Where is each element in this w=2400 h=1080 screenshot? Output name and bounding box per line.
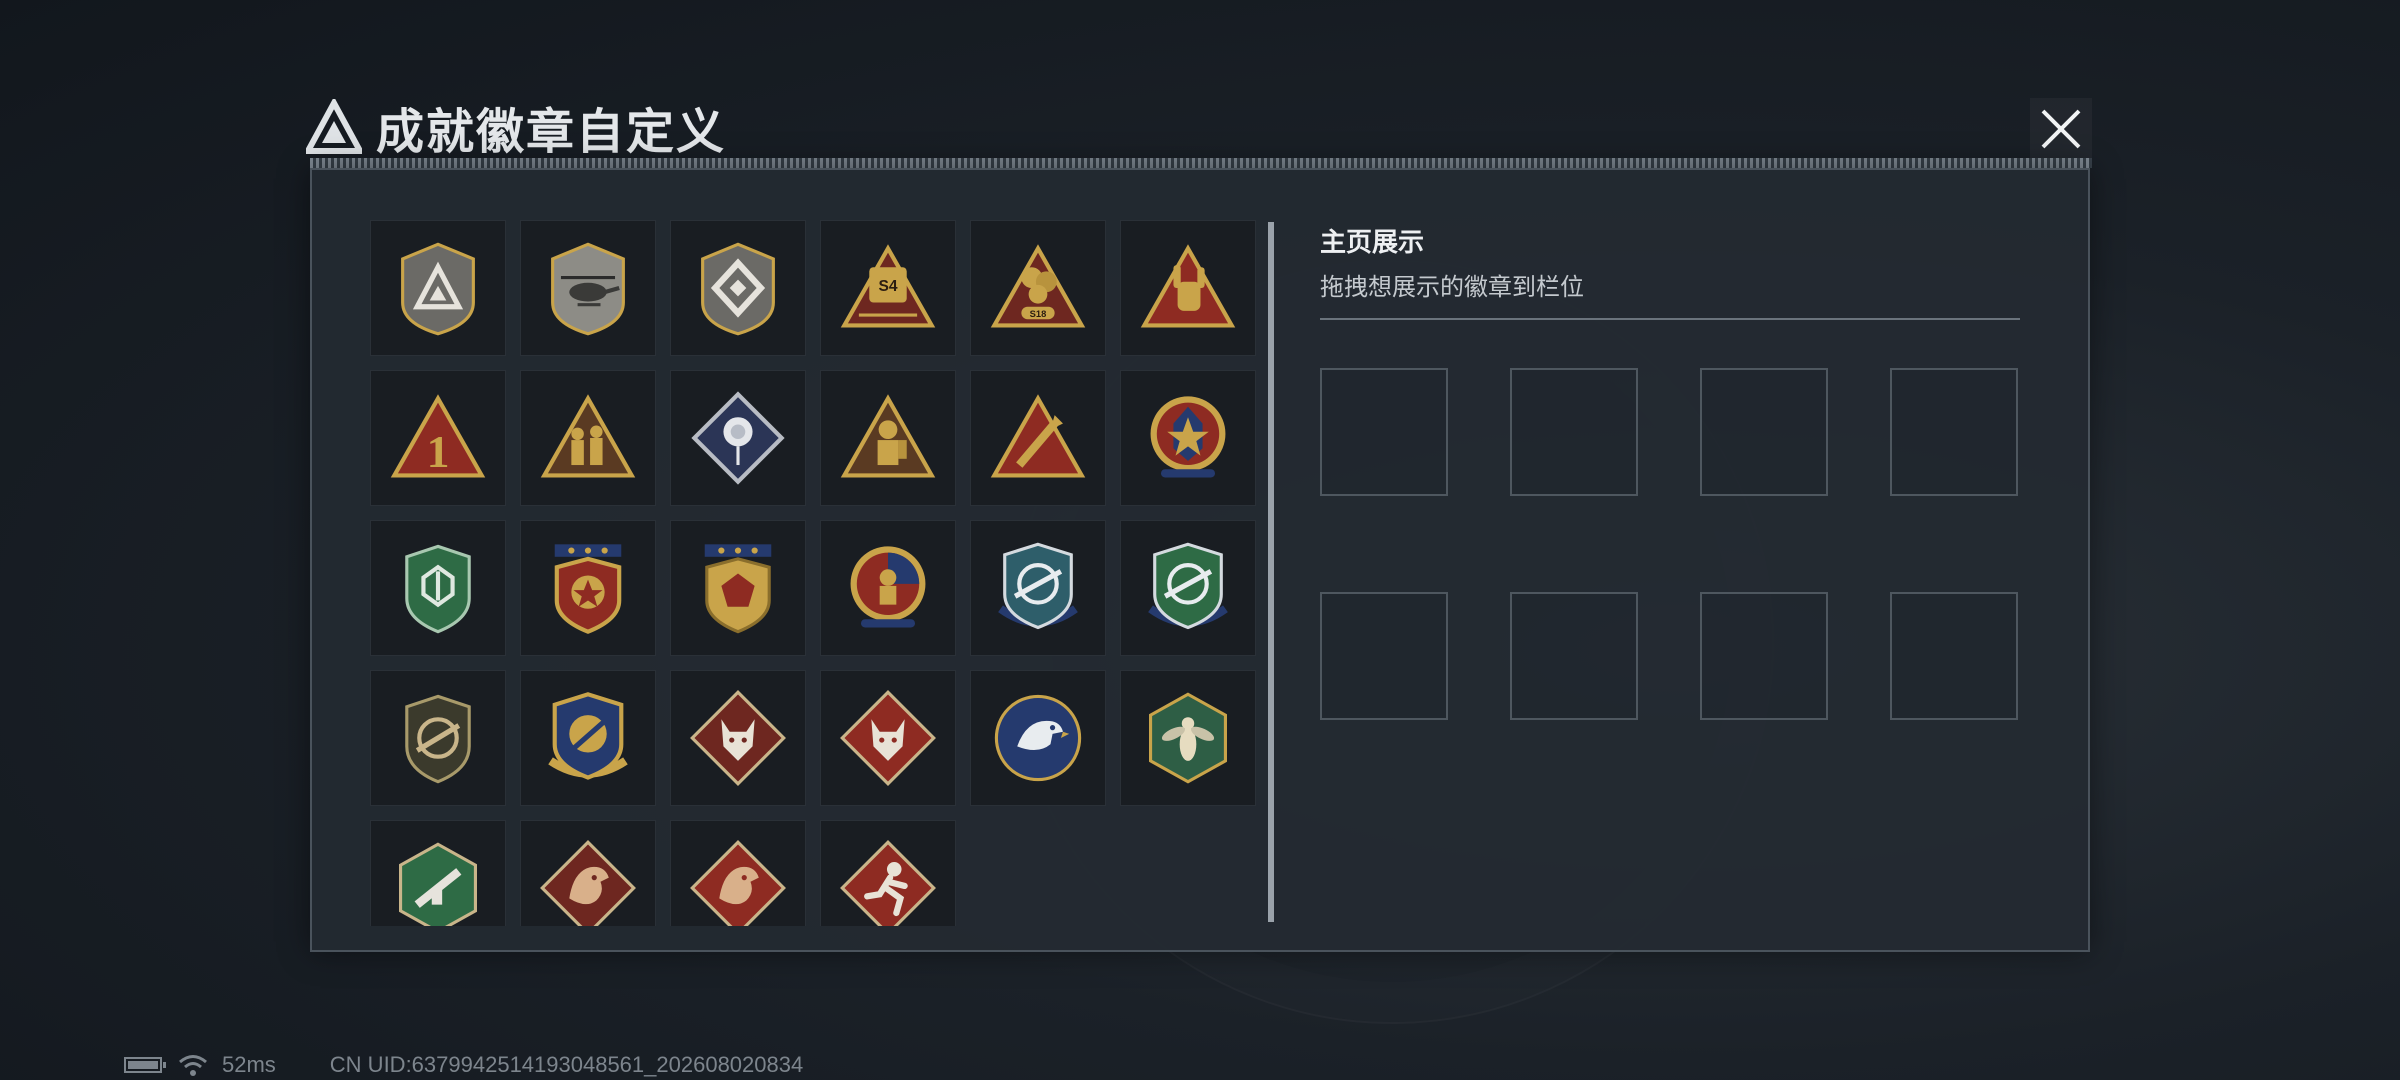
showcase-subtitle: 拖拽想展示的徽章到栏位 (1320, 274, 1584, 301)
showcase-slot[interactable] (1510, 368, 1638, 496)
badge-item[interactable]: 1 (370, 370, 506, 506)
soldier-round-medal-badge-icon (850, 546, 926, 628)
page-title: 成就徽章自定义 (376, 106, 727, 159)
badge-item[interactable] (1120, 220, 1256, 356)
badge-item[interactable] (520, 670, 656, 806)
number-one-triangle-badge-icon: 1 (390, 394, 486, 478)
showcase-slot[interactable] (1510, 592, 1638, 720)
badge-item[interactable] (820, 670, 956, 806)
rocket-triangle-badge-icon (990, 394, 1086, 478)
crosshair-gold-shield-badge-icon (548, 692, 628, 780)
badge-customization-panel: S4 S18 1 主页展示 拖拽想展示的徽章到栏位 (310, 168, 2090, 952)
showcase-slot[interactable] (1320, 368, 1448, 496)
title-bar: 成就徽章自定义 (306, 92, 726, 162)
badge-item[interactable] (970, 370, 1106, 506)
badge-item[interactable]: S18 (970, 220, 1106, 356)
badge-item[interactable] (820, 520, 956, 656)
badge-item[interactable] (820, 370, 956, 506)
diver-triangle-badge-icon (840, 394, 936, 478)
badge-item[interactable] (520, 820, 656, 926)
close-icon (2041, 109, 2081, 149)
badge-item[interactable] (370, 520, 506, 656)
badge-item[interactable] (670, 220, 806, 356)
badge-item[interactable] (520, 520, 656, 656)
s4-triangle-badge-icon: S4 (840, 244, 936, 328)
triangle-logo-icon (306, 99, 362, 154)
showcase-slot[interactable] (1700, 368, 1828, 496)
status-bar: 52ms CN UID:6379942514193048561_20260802… (124, 1052, 803, 1078)
badge-item[interactable] (970, 670, 1106, 806)
rose-diamond-badge-icon (691, 391, 785, 485)
s18-triangle-badge-icon: S18 (990, 244, 1086, 328)
weapon-green-hexagon-badge-icon (399, 842, 477, 926)
wifi-icon (179, 1055, 207, 1076)
wolf-diamond-badge-icon (690, 690, 786, 786)
rifle-crosshair-shield-badge-icon (998, 542, 1078, 630)
helicopter-shield-badge-icon (551, 242, 625, 336)
rifle-crosshair-shield-badge-2-icon (1148, 542, 1228, 630)
dragon-diamond-badge-icon (540, 840, 636, 926)
svg-text:S4: S4 (878, 278, 897, 295)
badge-item[interactable] (670, 370, 806, 506)
gold-star-shield-badge-icon (554, 544, 622, 634)
badge-item[interactable] (970, 520, 1106, 656)
triangle-shield-badge-icon (401, 242, 475, 336)
showcase-title: 主页展示 (1320, 227, 1425, 257)
hornet-hexagon-badge-icon (1149, 692, 1227, 784)
battery-icon (124, 1057, 166, 1073)
showcase-slot[interactable] (1700, 592, 1828, 720)
star-medal-badge-icon (1150, 396, 1226, 478)
rifle-olive-shield-badge-icon (405, 694, 471, 784)
showcase-slots (1320, 368, 2020, 720)
green-shield-badge-icon (405, 544, 471, 634)
svg-text:S18: S18 (1030, 309, 1047, 319)
runner-diamond-badge-icon (840, 840, 936, 926)
badge-item[interactable] (520, 220, 656, 356)
soldiers-triangle-badge-icon (540, 394, 636, 478)
uid-text: CN UID:6379942514193048561_202608020834 (329, 1052, 804, 1077)
homepage-showcase: 主页展示 拖拽想展示的徽章到栏位 (1320, 222, 2020, 720)
badge-item[interactable] (1120, 670, 1256, 806)
latency-readout: 52ms (222, 1052, 276, 1077)
badge-list-scrollbar[interactable] (1268, 222, 1274, 922)
hand-sign-triangle-badge-icon (1140, 244, 1236, 328)
eagle-round-badge-icon (994, 694, 1082, 782)
scrollbar-thumb[interactable] (1268, 222, 1274, 922)
badge-grid[interactable]: S4 S18 1 (370, 220, 1270, 926)
badge-item[interactable] (370, 820, 506, 926)
badge-item[interactable] (670, 820, 806, 926)
close-button[interactable] (2030, 98, 2092, 160)
badge-item[interactable] (670, 520, 806, 656)
showcase-slot[interactable] (1890, 368, 2018, 496)
badge-item[interactable] (520, 370, 656, 506)
badge-item[interactable] (370, 670, 506, 806)
badge-item[interactable]: S4 (820, 220, 956, 356)
showcase-slot[interactable] (1890, 592, 2018, 720)
badge-item[interactable] (1120, 520, 1256, 656)
diamond-emblem-shield-badge-icon (701, 242, 775, 336)
badge-item[interactable] (370, 220, 506, 356)
badge-item[interactable] (1120, 370, 1256, 506)
showcase-slot[interactable] (1320, 592, 1448, 720)
svg-text:1: 1 (427, 426, 450, 477)
showcase-divider (1320, 318, 2020, 320)
wolf-diamond-badge-2-icon (840, 690, 936, 786)
dragon-diamond-badge-2-icon (690, 840, 786, 926)
red-gem-shield-badge-icon (704, 544, 772, 634)
badge-item[interactable] (820, 820, 956, 926)
badge-item[interactable] (670, 670, 806, 806)
header-divider (310, 158, 2092, 168)
